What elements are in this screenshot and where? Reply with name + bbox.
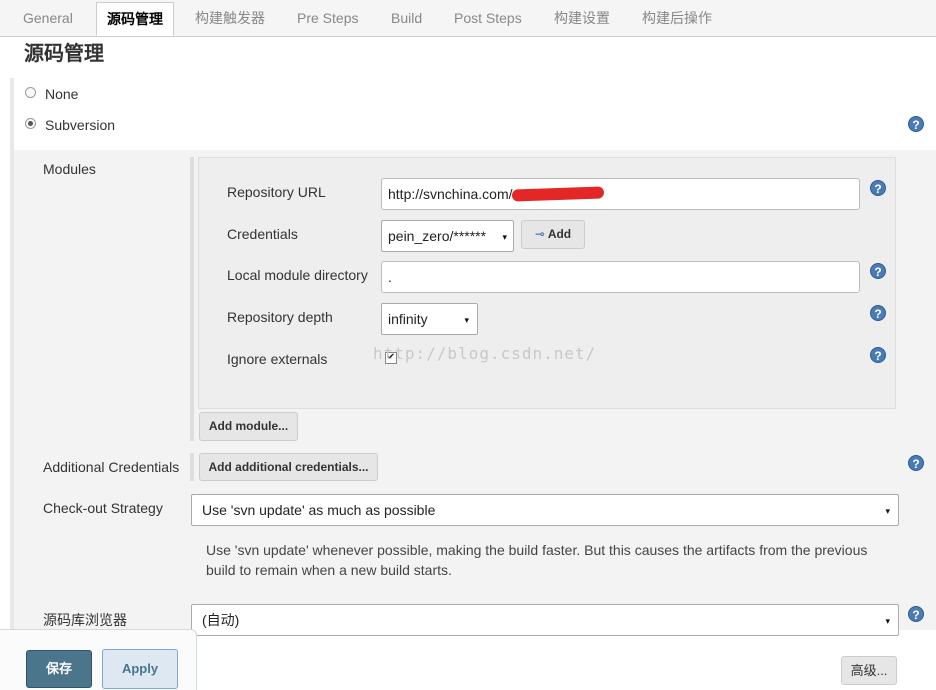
tab-pre-steps[interactable]: Pre Steps	[297, 0, 358, 36]
add-module-button[interactable]: Add module...	[199, 412, 298, 441]
credentials-value: pein_zero/******	[388, 228, 487, 244]
key-icon: ⊸	[534, 227, 545, 241]
watermark: http://blog.csdn.net/	[373, 344, 597, 363]
advanced-button[interactable]: 高级...	[841, 656, 897, 685]
help-icon[interactable]: ?	[908, 606, 924, 622]
additional-credentials-bar	[190, 453, 194, 481]
radio-none-label: None	[45, 86, 79, 102]
ignore-externals-label: Ignore externals	[227, 351, 328, 367]
tab-scm[interactable]: 源码管理	[96, 2, 174, 36]
checkout-strategy-value: Use 'svn update' as much as possible	[202, 502, 436, 518]
section-title: 源码管理	[24, 43, 104, 65]
checkout-strategy-select[interactable]: Use 'svn update' as much as possible ▾	[191, 494, 899, 526]
repository-depth-select[interactable]: infinity ▾	[381, 303, 478, 335]
dropdown-arrow-icon: ▾	[885, 616, 890, 626]
radio-subversion[interactable]	[25, 118, 36, 129]
repository-depth-value: infinity	[388, 311, 428, 327]
credentials-label: Credentials	[227, 226, 298, 242]
dropdown-arrow-icon: ▾	[885, 506, 890, 516]
help-icon[interactable]: ?	[908, 455, 924, 471]
radio-none[interactable]	[25, 87, 36, 98]
help-icon[interactable]: ?	[908, 116, 924, 132]
tab-post-build-actions[interactable]: 构建后操作	[642, 0, 712, 36]
add-credentials-button[interactable]: ⊸ Add	[521, 220, 585, 249]
repository-url-label: Repository URL	[227, 184, 326, 200]
apply-button[interactable]: Apply	[102, 649, 178, 689]
modules-bar	[190, 157, 194, 441]
modules-label: Modules	[43, 161, 96, 177]
checkout-strategy-label: Check-out Strategy	[43, 500, 163, 516]
additional-credentials-label: Additional Credentials	[43, 459, 180, 475]
repository-depth-label: Repository depth	[227, 309, 333, 325]
tab-build[interactable]: Build	[391, 0, 422, 36]
tab-build-triggers[interactable]: 构建触发器	[195, 0, 265, 36]
radio-subversion-label: Subversion	[45, 117, 116, 133]
repo-browser-label: 源码库浏览器	[43, 612, 127, 628]
help-icon[interactable]: ?	[870, 263, 886, 279]
help-icon[interactable]: ?	[870, 347, 886, 363]
tab-build-settings[interactable]: 构建设置	[554, 0, 610, 36]
help-icon[interactable]: ?	[870, 180, 886, 196]
tab-general[interactable]: General	[23, 0, 73, 36]
credentials-select[interactable]: pein_zero/****** ▾	[381, 220, 514, 252]
tab-post-steps[interactable]: Post Steps	[454, 0, 522, 36]
dropdown-arrow-icon: ▾	[464, 315, 469, 325]
local-module-label: Local module directory	[227, 267, 368, 283]
repository-url-input[interactable]: http://svnchina.com/	[381, 178, 860, 210]
save-button[interactable]: 保存	[26, 650, 92, 688]
repo-browser-value: (自动)	[202, 612, 240, 628]
local-module-input[interactable]: .	[381, 261, 860, 293]
add-credentials-label: Add	[547, 227, 572, 241]
checkout-strategy-description: Use 'svn update' whenever possible, maki…	[206, 542, 868, 578]
repo-browser-select[interactable]: (自动) ▾	[191, 604, 899, 636]
dropdown-arrow-icon: ▾	[502, 232, 507, 242]
help-icon[interactable]: ?	[870, 305, 886, 321]
add-additional-credentials-button[interactable]: Add additional credentials...	[199, 453, 378, 481]
